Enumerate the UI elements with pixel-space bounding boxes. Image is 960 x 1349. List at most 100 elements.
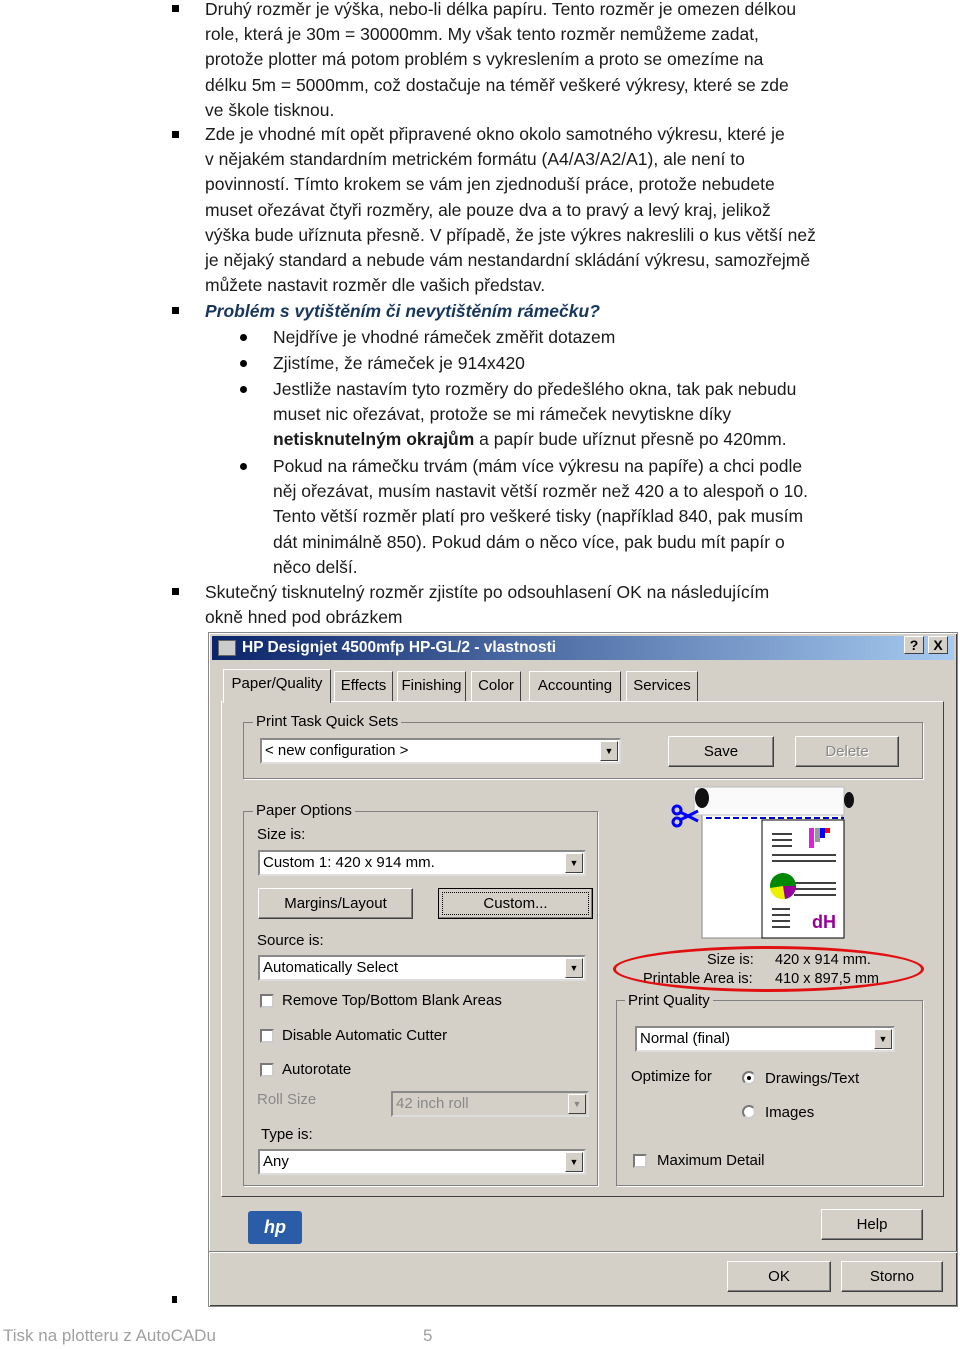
text-line: můžete nastavit rozměr dle vašich předst… bbox=[205, 275, 546, 296]
ok-button[interactable]: OK bbox=[727, 1261, 831, 1292]
text-line: Tento větší rozměr platí pro veškeré tis… bbox=[273, 506, 804, 527]
paper-roll-preview: dH bbox=[671, 786, 854, 939]
remove-blank-checkbox[interactable] bbox=[260, 994, 274, 1008]
images-label: Images bbox=[765, 1104, 815, 1121]
save-button[interactable]: Save bbox=[668, 736, 774, 767]
chevron-down-icon: ▼ bbox=[565, 853, 583, 873]
custom-button[interactable]: Custom... bbox=[438, 888, 593, 919]
optimize-for-label: Optimize for bbox=[631, 1068, 712, 1085]
pie-chart-icon bbox=[770, 873, 797, 900]
type-label: Type is: bbox=[261, 1126, 313, 1143]
text-line: Jestliže nastavím tyto rozměry do předeš… bbox=[273, 379, 797, 399]
tab-services[interactable]: Services bbox=[626, 671, 698, 701]
text-line: okně hned pod obrázkem bbox=[205, 607, 403, 628]
paragraph-window: Zde je vhodné mít opět připravené okno o… bbox=[205, 122, 816, 298]
chevron-down-icon: ▼ bbox=[568, 1094, 586, 1114]
print-quality-select[interactable]: Normal (final) ▼ bbox=[635, 1026, 895, 1052]
sub-bullet bbox=[240, 334, 247, 341]
size-select[interactable]: Custom 1: 420 x 914 mm. ▼ bbox=[258, 850, 586, 876]
roll-size-select[interactable]: 42 inch roll ▼ bbox=[391, 1091, 589, 1117]
margins-layout-button[interactable]: Margins/Layout bbox=[258, 888, 413, 919]
help-title-button[interactable]: ? bbox=[904, 636, 924, 654]
text-line: povinností. Tímto krokem se vám jen zjed… bbox=[205, 174, 775, 195]
chevron-down-icon: ▼ bbox=[565, 958, 583, 978]
text-line: Pokud na rámečku trvám (mám více výkresu… bbox=[273, 456, 803, 476]
sub-bullet bbox=[240, 463, 247, 470]
close-button[interactable]: X bbox=[928, 636, 948, 654]
images-radio[interactable] bbox=[742, 1105, 756, 1119]
text-line: něj ořezávat, musím nastavit větší rozmě… bbox=[273, 481, 808, 502]
chevron-down-icon: ▼ bbox=[565, 1152, 583, 1172]
text-line: role, která je 30m = 30000mm. My však te… bbox=[205, 24, 759, 45]
storno-button[interactable]: Storno bbox=[841, 1261, 943, 1292]
divider bbox=[209, 1251, 957, 1253]
tab-finishing[interactable]: Finishing bbox=[397, 671, 466, 701]
hp-mirrored-logo: dH bbox=[812, 912, 836, 932]
hp-logo: hp bbox=[248, 1211, 302, 1244]
printer-icon bbox=[218, 640, 236, 656]
text-line: protože plotter má potom problém s vykre… bbox=[205, 49, 764, 70]
title-bar: HP Designjet 4500mfp HP-GL/2 - vlastnost… bbox=[212, 636, 954, 660]
text-line: dát minimálně 850). Pokud dám o něco víc… bbox=[273, 531, 785, 552]
text-line: muset ořezávat čtyři rozměry, ale pouze … bbox=[205, 199, 771, 220]
quick-sets-label: Print Task Quick Sets bbox=[253, 713, 402, 731]
sub-item: Pokud na rámečku trvám (mám více výkresu… bbox=[273, 454, 808, 580]
source-select[interactable]: Automatically Select ▼ bbox=[258, 955, 586, 981]
tab-paper-quality[interactable]: Paper/Quality bbox=[223, 669, 331, 703]
text-line: je nějaký standard a nebude vám nestanda… bbox=[205, 250, 811, 271]
text-line: něco delší. bbox=[273, 556, 358, 577]
bullet bbox=[172, 5, 179, 12]
sub-item: Jestliže nastavím tyto rozměry do předeš… bbox=[273, 377, 796, 453]
roll-size-label: Roll Size bbox=[257, 1091, 317, 1108]
text-line: Nejdříve je vhodné rámeček změřit dotaze… bbox=[273, 327, 616, 347]
bullet bbox=[172, 588, 179, 595]
quick-sets-select[interactable]: < new configuration > ▼ bbox=[260, 738, 621, 764]
bold-term: netisknutelným okrajům bbox=[273, 429, 475, 450]
sub-item: Nejdříve je vhodné rámeček změřit dotaze… bbox=[273, 325, 615, 350]
tab-color[interactable]: Color bbox=[471, 671, 521, 701]
sub-bullet bbox=[240, 360, 247, 367]
drawings-text-label: Drawings/Text bbox=[765, 1070, 860, 1087]
bullet bbox=[172, 1296, 177, 1303]
sub-item: Zjistíme, že rámeček je 914x420 bbox=[273, 351, 525, 376]
tab-effects[interactable]: Effects bbox=[334, 671, 393, 701]
remove-blank-label: Remove Top/Bottom Blank Areas bbox=[282, 992, 502, 1009]
chevron-down-icon: ▼ bbox=[874, 1029, 892, 1049]
sub-bullet bbox=[240, 386, 247, 393]
print-quality-label: Print Quality bbox=[625, 992, 713, 1010]
paragraph-printable: Skutečný tisknutelný rozměr zjistíte po … bbox=[205, 580, 769, 630]
disable-cutter-checkbox[interactable] bbox=[260, 1029, 274, 1043]
printer-properties-dialog: HP Designjet 4500mfp HP-GL/2 - vlastnost… bbox=[208, 632, 958, 1307]
type-select[interactable]: Any ▼ bbox=[258, 1149, 586, 1175]
roll-end-icon bbox=[695, 788, 709, 808]
maximum-detail-label: Maximum Detail bbox=[657, 1152, 765, 1169]
drawings-text-radio[interactable] bbox=[742, 1071, 756, 1085]
chevron-down-icon: ▼ bbox=[600, 741, 618, 761]
help-button[interactable]: Help bbox=[821, 1209, 923, 1240]
bullet bbox=[172, 131, 179, 138]
page-number: 5 bbox=[423, 1326, 433, 1345]
highlight-ellipse bbox=[613, 946, 924, 992]
text-line: Zjistíme, že rámeček je 914x420 bbox=[273, 353, 525, 373]
text-line: ve škole tisknou. bbox=[205, 99, 335, 120]
autorotate-checkbox[interactable] bbox=[260, 1063, 274, 1077]
text-line: délku 5m = 5000mm, což dostačuje na témě… bbox=[205, 74, 789, 95]
footer-title: Tisk na plotteru z AutoCADu bbox=[3, 1326, 216, 1345]
text-line: muset nic ořezávat, protože se mi rámeče… bbox=[273, 404, 732, 425]
delete-button[interactable]: Delete bbox=[795, 736, 899, 767]
source-label: Source is: bbox=[257, 932, 324, 949]
maximum-detail-checkbox[interactable] bbox=[633, 1154, 647, 1168]
text-line: výška bude uříznuta přesně. V případě, ž… bbox=[205, 224, 816, 245]
bullet bbox=[172, 307, 179, 314]
dialog-title: HP Designjet 4500mfp HP-GL/2 - vlastnost… bbox=[242, 639, 557, 656]
disable-cutter-label: Disable Automatic Cutter bbox=[282, 1027, 448, 1044]
paragraph-height: Druhý rozměr je výška, nebo-li délka pap… bbox=[205, 0, 796, 123]
sub-item-tail: a papír bude uříznut přesně po 420mm. bbox=[474, 429, 787, 450]
text-line: Skutečný tisknutelný rozměr zjistíte po … bbox=[205, 582, 770, 602]
size-label: Size is: bbox=[257, 826, 306, 843]
autorotate-label: Autorotate bbox=[282, 1061, 352, 1078]
text-line: Druhý rozměr je výška, nebo-li délka pap… bbox=[205, 0, 797, 19]
text-line: v nějakém standardním metrickém formátu … bbox=[205, 149, 745, 170]
paper-options-label: Paper Options bbox=[253, 802, 355, 820]
tab-accounting[interactable]: Accounting bbox=[529, 671, 621, 701]
